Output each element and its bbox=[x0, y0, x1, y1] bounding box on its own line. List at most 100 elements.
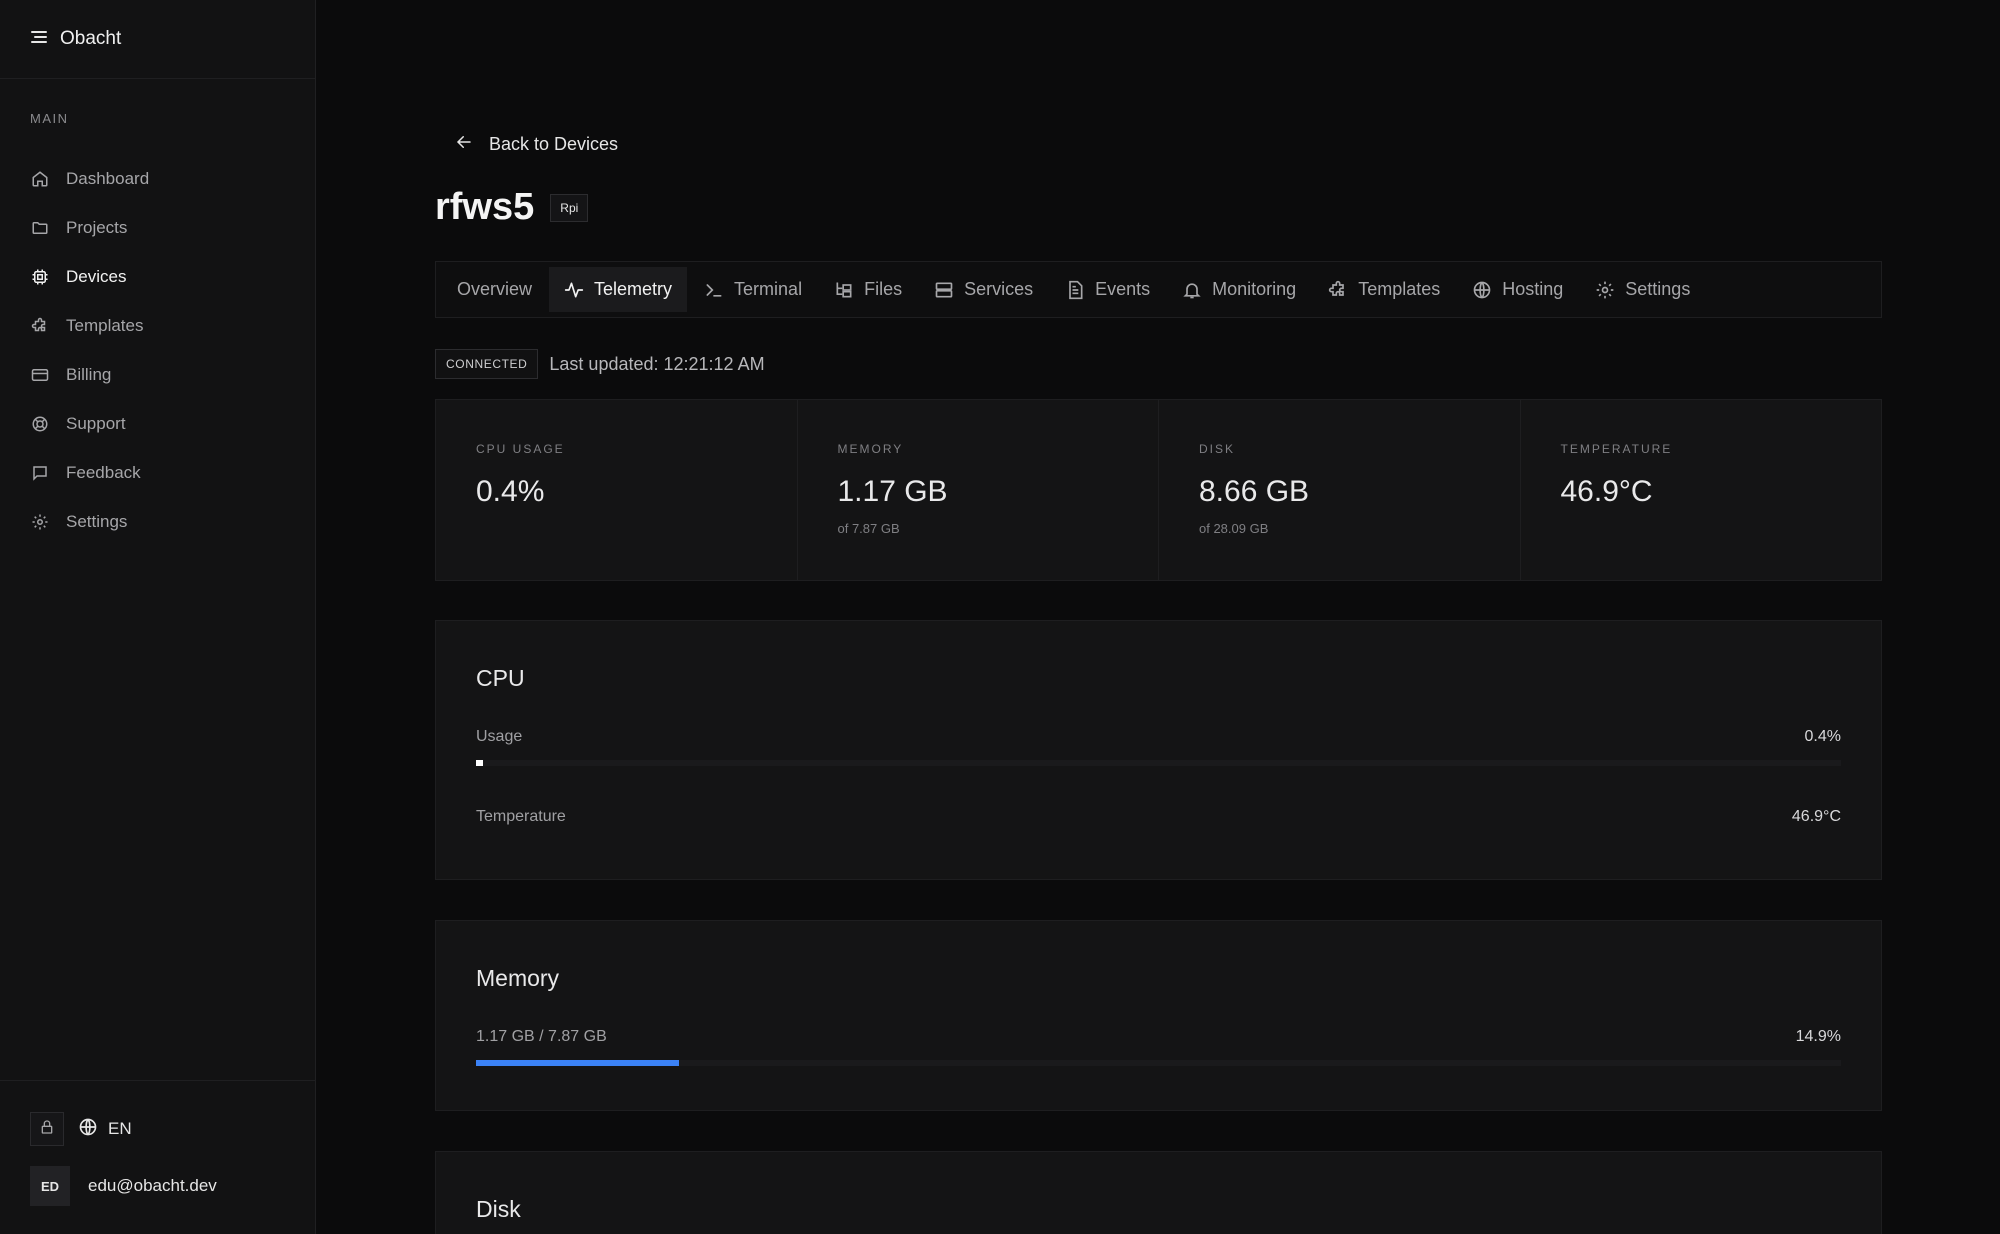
cpu-usage-metric: Usage 0.4% bbox=[476, 728, 1841, 766]
sidebar-item-label: Support bbox=[66, 413, 126, 433]
cpu-usage-bar bbox=[476, 760, 1841, 766]
card-title: Disk bbox=[476, 1196, 521, 1222]
folder-icon bbox=[30, 218, 50, 238]
back-to-devices-link[interactable]: Back to Devices bbox=[455, 133, 618, 156]
sidebar-item-label: Devices bbox=[66, 266, 127, 286]
metric-value: 14.9% bbox=[1795, 1028, 1841, 1045]
brand-name: Obacht bbox=[60, 28, 122, 49]
lifebuoy-icon bbox=[30, 414, 50, 434]
tab-files[interactable]: Files bbox=[819, 267, 917, 312]
tab-label: Events bbox=[1095, 279, 1151, 299]
sidebar-item-billing[interactable]: Billing bbox=[0, 350, 316, 399]
tab-hosting[interactable]: Hosting bbox=[1457, 267, 1578, 312]
metric-value: 46.9°C bbox=[1791, 808, 1841, 825]
tab-label: Files bbox=[864, 279, 903, 299]
tab-overview[interactable]: Overview bbox=[442, 267, 547, 312]
tab-label: Monitoring bbox=[1212, 279, 1297, 299]
stat-temperature: TEMPERATURE 46.9°C bbox=[1521, 400, 1882, 580]
credit-card-icon bbox=[30, 365, 50, 385]
user-email: edu@obacht.dev bbox=[88, 1176, 217, 1195]
stat-value: 46.9°C bbox=[1560, 475, 1653, 508]
last-updated: Last updated: 12:21:12 AM bbox=[549, 353, 765, 374]
nav-section-label: MAIN bbox=[30, 111, 69, 126]
avatar: ED bbox=[30, 1166, 70, 1206]
sidebar-item-label: Templates bbox=[66, 315, 144, 335]
main-content: Back to Devices rfws5 Rpi Overview Telem… bbox=[435, 0, 1882, 1234]
sidebar-item-label: Feedback bbox=[66, 462, 141, 482]
tab-label: Hosting bbox=[1502, 279, 1564, 299]
cpu-card: CPU Usage 0.4% Temperature 46.9°C bbox=[435, 620, 1882, 880]
sidebar-item-label: Dashboard bbox=[66, 168, 150, 188]
server-icon bbox=[934, 280, 954, 300]
stat-sub: of 28.09 GB bbox=[1199, 521, 1269, 536]
stat-value: 0.4% bbox=[476, 475, 545, 508]
globe-icon bbox=[1472, 280, 1492, 300]
puzzle-icon bbox=[30, 316, 50, 336]
tab-settings[interactable]: Settings bbox=[1580, 267, 1705, 312]
sidebar-item-settings[interactable]: Settings bbox=[0, 497, 316, 546]
language-selector[interactable]: EN bbox=[78, 1117, 132, 1142]
stat-label: MEMORY bbox=[837, 442, 904, 456]
tab-monitoring[interactable]: Monitoring bbox=[1167, 267, 1311, 312]
back-label: Back to Devices bbox=[489, 134, 619, 154]
sidebar-item-feedback[interactable]: Feedback bbox=[0, 448, 316, 497]
tab-templates[interactable]: Templates bbox=[1313, 267, 1455, 312]
stat-label: DISK bbox=[1199, 442, 1236, 456]
sidebar-item-label: Billing bbox=[66, 364, 112, 384]
page-title: rfws5 bbox=[435, 186, 535, 228]
lock-button[interactable] bbox=[30, 1112, 64, 1146]
puzzle-icon bbox=[1328, 280, 1348, 300]
stat-value: 1.17 GB bbox=[837, 475, 948, 508]
tab-services[interactable]: Services bbox=[919, 267, 1048, 312]
stat-disk: DISK 8.66 GB of 28.09 GB bbox=[1159, 400, 1521, 580]
sidebar-item-devices[interactable]: Devices bbox=[0, 252, 316, 301]
gear-icon bbox=[30, 512, 50, 532]
bell-icon bbox=[1182, 280, 1202, 300]
message-icon bbox=[30, 463, 50, 483]
sidebar-item-dashboard[interactable]: Dashboard bbox=[0, 154, 316, 203]
sidebar-item-label: Settings bbox=[66, 511, 128, 531]
stat-label: TEMPERATURE bbox=[1560, 442, 1673, 456]
stats-overview: CPU USAGE 0.4% MEMORY 1.17 GB of 7.87 GB… bbox=[435, 399, 1882, 581]
lock-icon bbox=[39, 1119, 55, 1140]
memory-usage-bar-fill bbox=[476, 1060, 680, 1066]
stat-label: CPU USAGE bbox=[476, 442, 565, 456]
tab-events[interactable]: Events bbox=[1050, 267, 1165, 312]
tab-label: Settings bbox=[1625, 279, 1691, 299]
document-icon bbox=[1065, 280, 1085, 300]
device-header: rfws5 Rpi bbox=[435, 186, 589, 229]
tab-terminal[interactable]: Terminal bbox=[689, 267, 817, 312]
memory-card: Memory 1.17 GB / 7.87 GB 14.9% bbox=[435, 920, 1882, 1111]
tab-label: Templates bbox=[1358, 279, 1441, 299]
card-title: CPU bbox=[476, 665, 525, 691]
sidebar-item-projects[interactable]: Projects bbox=[0, 203, 316, 252]
brand[interactable]: Obacht bbox=[0, 0, 315, 79]
sidebar-nav: Dashboard Projects Devices Templates Bil… bbox=[0, 154, 316, 546]
stat-cpu-usage: CPU USAGE 0.4% bbox=[436, 400, 798, 580]
tab-telemetry[interactable]: Telemetry bbox=[549, 267, 688, 312]
sidebar-footer: EN ED edu@obacht.dev bbox=[0, 1080, 316, 1234]
stat-sub: of 7.87 GB bbox=[837, 521, 900, 536]
cpu-usage-bar-fill bbox=[476, 760, 483, 766]
memory-usage-metric: 1.17 GB / 7.87 GB 14.9% bbox=[476, 1028, 1841, 1066]
sidebar-item-templates[interactable]: Templates bbox=[0, 301, 316, 350]
device-type-badge: Rpi bbox=[550, 193, 589, 222]
globe-icon bbox=[78, 1117, 98, 1142]
activity-icon bbox=[564, 280, 584, 300]
home-icon bbox=[30, 169, 50, 189]
disk-card: Disk bbox=[435, 1151, 1882, 1234]
metric-label: 1.17 GB / 7.87 GB bbox=[476, 1028, 607, 1045]
files-icon bbox=[834, 280, 854, 300]
cpu-temperature-metric: Temperature 46.9°C bbox=[476, 808, 1841, 826]
tab-label: Services bbox=[964, 279, 1034, 299]
stat-value: 8.66 GB bbox=[1199, 475, 1310, 508]
gear-icon bbox=[1595, 280, 1615, 300]
chip-icon bbox=[30, 267, 50, 287]
sidebar-item-support[interactable]: Support bbox=[0, 399, 316, 448]
metric-label: Usage bbox=[476, 728, 523, 745]
status-badge: CONNECTED bbox=[435, 349, 539, 379]
connection-status: CONNECTED Last updated: 12:21:12 AM bbox=[435, 349, 765, 379]
sidebar-item-label: Projects bbox=[66, 217, 128, 237]
tab-label: Overview bbox=[457, 279, 533, 299]
user-menu[interactable]: ED edu@obacht.dev bbox=[30, 1166, 217, 1206]
